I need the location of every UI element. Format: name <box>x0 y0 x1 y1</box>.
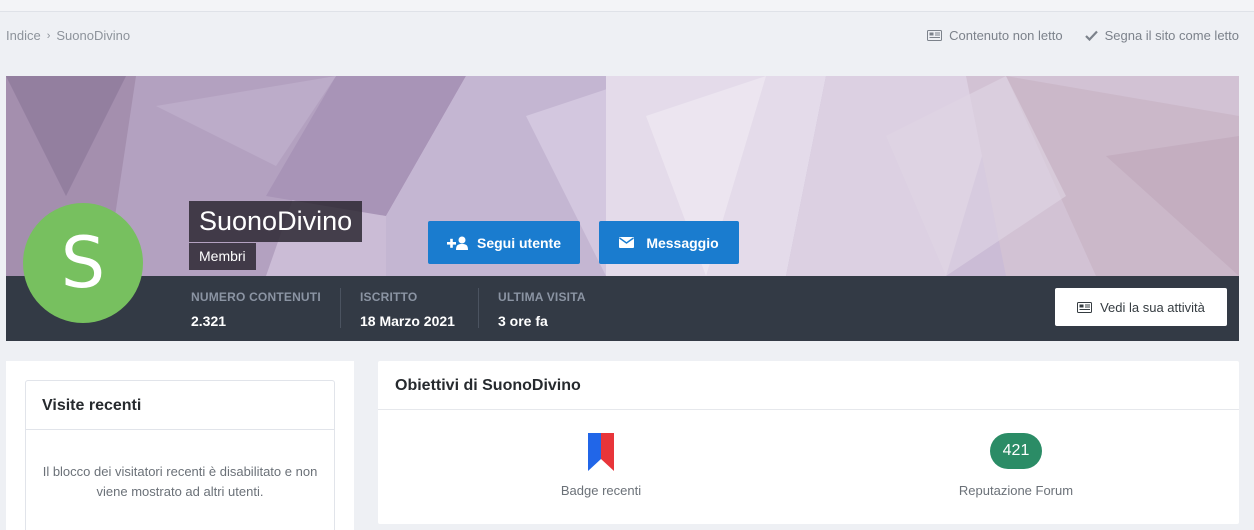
message-button[interactable]: Messaggio <box>599 221 739 264</box>
profile-user-group: Membri <box>189 243 256 270</box>
follow-user-button[interactable]: Segui utente <box>428 221 580 264</box>
top-bar <box>0 0 1254 12</box>
unread-content-label: Contenuto non letto <box>949 28 1063 43</box>
reputation-badge: 421 <box>990 433 1042 469</box>
bookmark-badge-icon <box>588 433 614 471</box>
stat-value: 2.321 <box>191 313 227 329</box>
profile-username: SuonoDivino <box>189 201 363 242</box>
stat-last-visit: ULTIMA VISITA 3 ore fa <box>498 290 586 329</box>
achievements-panel: Obiettivi di SuonoDivino Badge recenti 4… <box>378 361 1239 524</box>
mark-site-read-label: Segna il sito come letto <box>1104 28 1239 43</box>
view-activity-label: Vedi la sua attività <box>1100 299 1205 315</box>
stat-content-count: NUMERO CONTENUTI 2.321 <box>191 290 321 329</box>
message-label: Messaggio <box>646 234 719 251</box>
reputation-caption: Reputazione Forum <box>958 483 1074 498</box>
stat-label: ISCRITTO <box>360 290 418 304</box>
recent-badges-caption: Badge recenti <box>560 483 642 498</box>
check-icon <box>1084 30 1098 41</box>
stat-label: ULTIMA VISITA <box>498 290 586 304</box>
stat-joined: ISCRITTO 18 Marzo 2021 <box>360 290 455 329</box>
breadcrumb: Indice › SuonoDivino <box>6 28 130 43</box>
recent-badges[interactable]: Badge recenti <box>501 433 701 498</box>
newspaper-icon <box>927 30 943 41</box>
stat-value: 18 Marzo 2021 <box>360 313 455 329</box>
stat-divider <box>340 288 341 328</box>
stat-label: NUMERO CONTENUTI <box>191 290 321 304</box>
stat-divider <box>478 288 479 328</box>
recent-visits-widget: Visite recenti Il blocco dei visitatori … <box>25 380 335 530</box>
follow-user-label: Segui utente <box>476 234 561 251</box>
recent-visits-message: Il blocco dei visitatori recenti è disab… <box>42 464 318 499</box>
achievements-title: Obiettivi di SuonoDivino <box>378 361 1239 410</box>
top-actions: Contenuto non letto Segna il sito come l… <box>927 28 1239 43</box>
avatar[interactable]: S <box>23 203 143 323</box>
sidebar-panel: Visite recenti Il blocco dei visitatori … <box>6 361 354 530</box>
avatar-letter: S <box>60 222 106 304</box>
recent-visits-title: Visite recenti <box>26 381 334 430</box>
envelope-icon <box>619 237 635 248</box>
unread-content-link[interactable]: Contenuto non letto <box>927 28 1063 43</box>
breadcrumb-current[interactable]: SuonoDivino <box>56 28 130 43</box>
breadcrumb-home[interactable]: Indice <box>6 28 41 43</box>
mark-site-read-link[interactable]: Segna il sito come letto <box>1084 28 1239 43</box>
view-activity-button[interactable]: Vedi la sua attività <box>1055 288 1227 326</box>
newspaper-icon <box>1077 301 1093 313</box>
user-plus-icon <box>446 236 468 250</box>
stat-value: 3 ore fa <box>498 313 548 329</box>
chevron-right-icon: › <box>46 29 51 42</box>
forum-reputation[interactable]: 421 Reputazione Forum <box>916 433 1116 498</box>
